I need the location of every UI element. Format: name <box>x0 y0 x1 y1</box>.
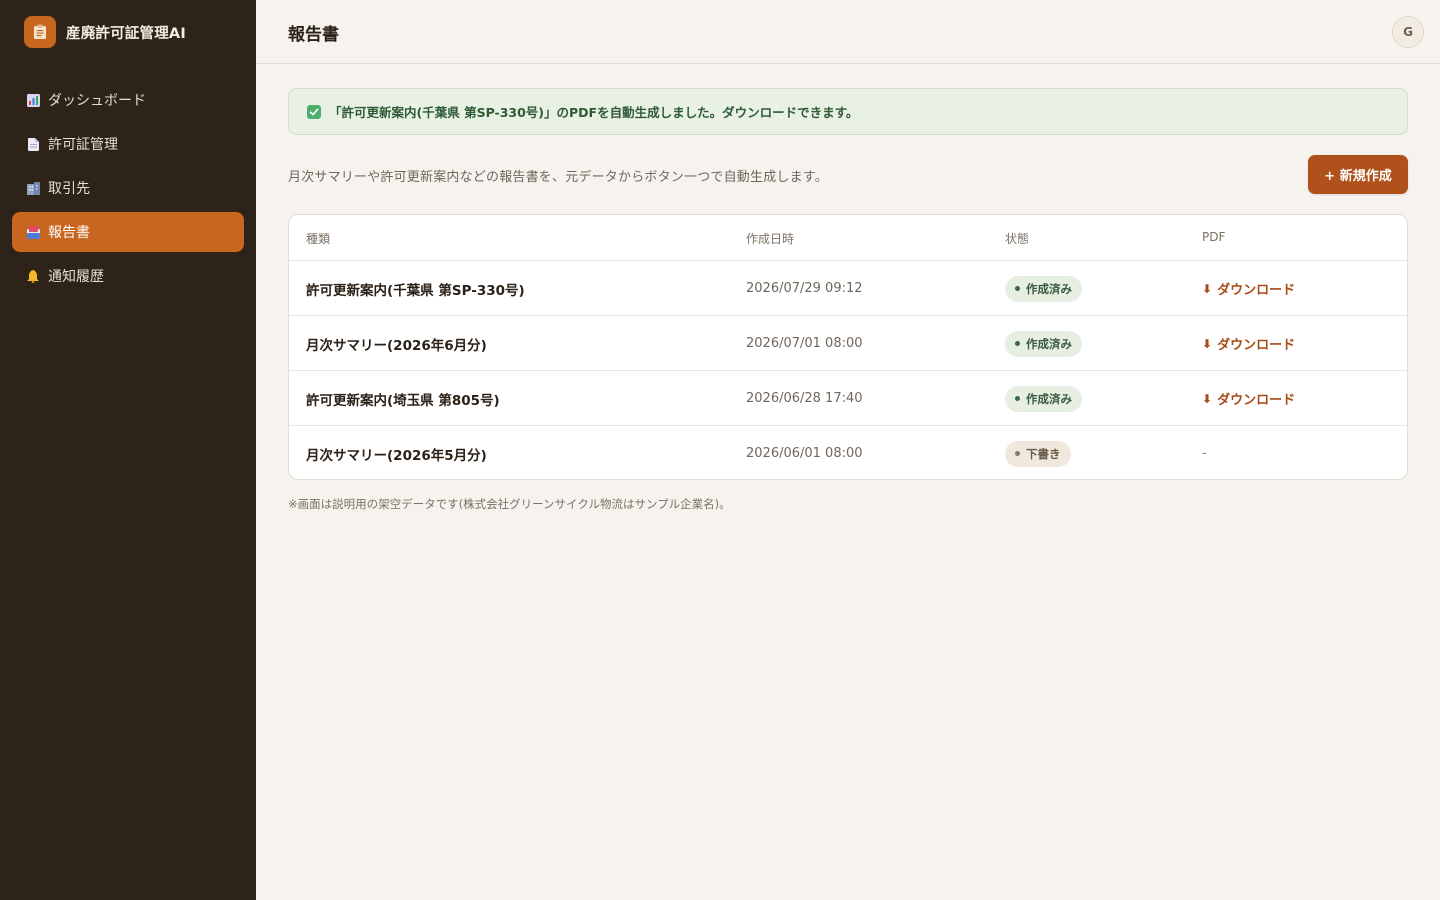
status-cell: 下書き <box>1005 426 1071 479</box>
table-row: 許可更新案内(千葉県 第SP-330号) 2026/07/29 09:12 作成… <box>289 261 1407 316</box>
status-dot <box>1015 286 1020 291</box>
building-icon <box>26 181 40 195</box>
footnote: ※画面は説明用の架空データです(株式会社グリーンサイクル物流はサンプル企業名)。 <box>288 497 731 511</box>
pdf-unavailable: - <box>1202 446 1207 461</box>
page-title: 報告書 <box>288 25 339 45</box>
table-row: 月次サマリー(2026年6月分) 2026/07/01 08:00 作成済み ⬇… <box>289 316 1407 371</box>
download-icon: ⬇ <box>1202 336 1213 351</box>
column-header-status: 状態 <box>1005 232 1030 246</box>
status-dot <box>1015 341 1020 346</box>
alert-message: 「許可更新案内(千葉県 第SP-330号)」のPDFを自動生成しました。ダウンロ… <box>329 105 859 120</box>
status-badge: 作成済み <box>1005 330 1082 357</box>
report-type: 許可更新案内(埼玉県 第805号) <box>306 392 500 409</box>
document-icon <box>26 137 40 151</box>
download-label: ダウンロード <box>1217 393 1296 408</box>
download-icon: ⬇ <box>1202 391 1213 406</box>
created-at: 2026/07/01 08:00 <box>746 336 863 351</box>
inbox-icon <box>26 225 40 239</box>
download-link[interactable]: ⬇ ダウンロード <box>1202 334 1296 354</box>
sidebar-item-permits[interactable]: 許可証管理 <box>12 124 244 164</box>
app-title: 産廃許可証管理AI <box>66 25 186 42</box>
sidebar-item-label: ダッシュボード <box>48 93 146 109</box>
status-label: 作成済み <box>1026 391 1072 406</box>
status-cell: 作成済み <box>1005 316 1082 371</box>
sidebar-item-notifications[interactable]: 通知履歴 <box>12 256 244 296</box>
column-header-created: 作成日時 <box>746 232 795 246</box>
status-badge: 作成済み <box>1005 275 1082 302</box>
report-type: 月次サマリー(2026年5月分) <box>306 447 487 464</box>
report-type: 月次サマリー(2026年6月分) <box>306 337 487 354</box>
table-header: 種類 作成日時 状態 PDF <box>289 215 1407 261</box>
table-row: 許可更新案内(埼玉県 第805号) 2026/06/28 17:40 作成済み … <box>289 371 1407 426</box>
pdf-cell: ⬇ ダウンロード <box>1202 261 1295 316</box>
sidebar-item-label: 報告書 <box>48 225 90 241</box>
reports-table: 種類 作成日時 状態 PDF 許可更新案内(千葉県 第SP-330号) 2026… <box>288 214 1408 480</box>
new-report-button[interactable]: + 新規作成 <box>1308 155 1408 194</box>
bell-icon <box>26 269 40 283</box>
clipboard-icon <box>24 16 56 48</box>
download-link[interactable]: ⬇ ダウンロード <box>1202 389 1296 409</box>
status-label: 作成済み <box>1026 281 1072 296</box>
table-row: 月次サマリー(2026年5月分) 2026/06/01 08:00 下書き - <box>289 426 1407 479</box>
avatar[interactable]: G <box>1392 16 1424 48</box>
column-header-type: 種類 <box>306 232 331 246</box>
sidebar-item-label: 取引先 <box>48 181 90 197</box>
column-header-pdf: PDF <box>1202 230 1226 244</box>
download-label: ダウンロード <box>1217 283 1296 298</box>
status-cell: 作成済み <box>1005 261 1082 316</box>
success-alert: 「許可更新案内(千葉県 第SP-330号)」のPDFを自動生成しました。ダウンロ… <box>288 88 1408 135</box>
report-type: 許可更新案内(千葉県 第SP-330号) <box>306 282 525 299</box>
page-description: 月次サマリーや許可更新案内などの報告書を、元データからボタン一つで自動生成します… <box>288 170 828 185</box>
top-header: 報告書 G <box>256 0 1440 64</box>
status-cell: 作成済み <box>1005 371 1082 426</box>
status-dot <box>1015 396 1020 401</box>
pdf-cell: ⬇ ダウンロード <box>1202 371 1295 426</box>
sidebar-item-dashboard[interactable]: ダッシュボード <box>12 80 244 120</box>
status-dot <box>1015 451 1020 456</box>
sidebar-item-clients[interactable]: 取引先 <box>12 168 244 208</box>
pdf-cell: ⬇ ダウンロード <box>1202 316 1295 371</box>
created-at: 2026/06/01 08:00 <box>746 446 863 461</box>
check-icon <box>307 104 321 119</box>
sidebar-item-label: 許可証管理 <box>48 137 118 153</box>
brand[interactable]: 産廃許可証管理AI <box>24 16 186 48</box>
sidebar-item-label: 通知履歴 <box>48 269 104 285</box>
bar-chart-icon <box>26 93 40 107</box>
download-icon: ⬇ <box>1202 281 1213 296</box>
sidebar-nav: ダッシュボード 許可証管理 取引先 報告書 通知履歴 <box>12 80 244 300</box>
download-label: ダウンロード <box>1217 338 1296 353</box>
download-link[interactable]: ⬇ ダウンロード <box>1202 279 1296 299</box>
status-label: 下書き <box>1026 446 1061 461</box>
status-badge: 作成済み <box>1005 385 1082 412</box>
created-at: 2026/06/28 17:40 <box>746 391 863 406</box>
sidebar: 産廃許可証管理AI ダッシュボード 許可証管理 取引先 報告書 通知履歴 <box>0 0 256 900</box>
status-label: 作成済み <box>1026 336 1072 351</box>
sidebar-item-reports[interactable]: 報告書 <box>12 212 244 252</box>
created-at: 2026/07/29 09:12 <box>746 281 863 296</box>
status-badge: 下書き <box>1005 440 1071 467</box>
